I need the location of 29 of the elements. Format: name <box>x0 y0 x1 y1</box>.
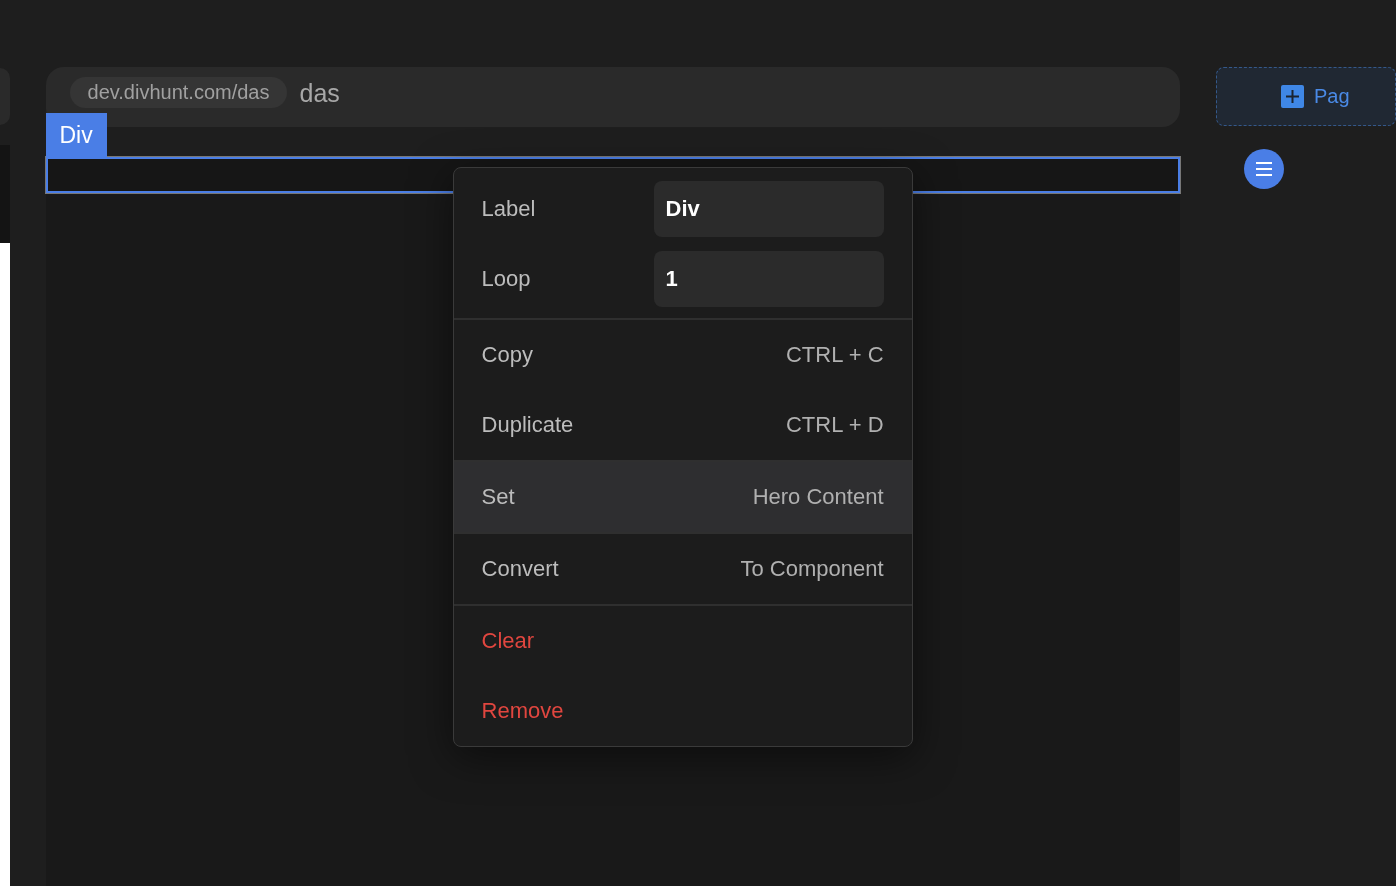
field-label: Label <box>481 196 536 222</box>
menu-item-hint: Hero Content <box>752 484 884 510</box>
menu-item[interactable]: Copy CTRL + C <box>453 320 912 390</box>
menu-item[interactable]: Remove <box>453 676 912 746</box>
menu-item-hint: CTRL + D <box>785 412 884 438</box>
menu-item-label: Clear <box>481 628 535 654</box>
menu-item-label: Copy <box>481 342 533 368</box>
menu-button[interactable] <box>1243 149 1284 189</box>
field-label: Loop <box>481 266 531 292</box>
menu-item-label: Convert <box>481 556 559 582</box>
menu-item-label: Set <box>481 484 515 510</box>
page-name: das <box>299 79 340 108</box>
menu-icon <box>1254 162 1273 176</box>
menu-item-label: Remove <box>481 698 564 724</box>
element-tag: Div <box>45 113 107 157</box>
menu-item[interactable]: Label Div <box>453 174 912 244</box>
plus-icon <box>1281 85 1304 108</box>
menu-item-hint: To Component <box>740 556 884 582</box>
input-field[interactable]: 1 <box>653 251 884 307</box>
menu-item[interactable]: Set Hero Content <box>453 462 912 532</box>
menu-item[interactable]: Loop 1 <box>453 244 912 314</box>
menu-item[interactable]: Convert To Component <box>453 534 912 604</box>
menu-item-hint: CTRL + C <box>785 342 884 368</box>
menu-item-label: Duplicate <box>481 412 574 438</box>
menu-item[interactable]: Clear <box>453 606 912 676</box>
add-page-button[interactable]: Pag <box>1216 67 1396 126</box>
url-pill[interactable]: dev.divhunt.com/das <box>69 77 288 108</box>
menu-item[interactable]: Duplicate CTRL + D <box>453 390 912 460</box>
input-field[interactable]: Div <box>653 181 884 237</box>
